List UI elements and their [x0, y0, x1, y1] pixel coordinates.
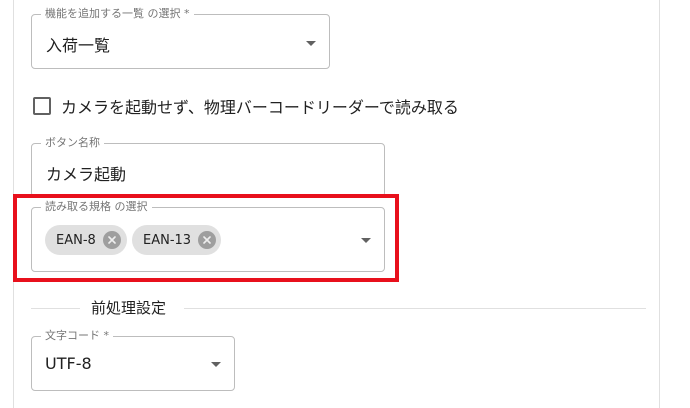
- button-name-field[interactable]: ボタン名称 カメラ起動: [31, 136, 385, 197]
- highlight-box: [13, 194, 399, 282]
- section-title: 前処理設定: [91, 299, 167, 317]
- feature-list-select-label: 機能を追加する一覧 の選択 *: [41, 7, 194, 21]
- charset-select-label: 文字コード *: [41, 329, 113, 343]
- feature-list-select[interactable]: 機能を追加する一覧 の選択 * 入荷一覧: [31, 7, 330, 69]
- chevron-down-icon[interactable]: [211, 362, 221, 367]
- camera-checkbox-label[interactable]: カメラを起動せず、物理バーコードリーダーで読み取る: [61, 94, 459, 118]
- button-name-field-label: ボタン名称: [41, 136, 104, 150]
- divider-left: [31, 308, 80, 309]
- charset-select-value: UTF-8: [45, 354, 92, 373]
- charset-select[interactable]: 文字コード * UTF-8: [31, 329, 235, 391]
- divider-right: [184, 308, 646, 309]
- button-name-field-value: カメラ起動: [46, 165, 127, 184]
- camera-checkbox[interactable]: [33, 97, 51, 115]
- chevron-down-icon[interactable]: [306, 41, 316, 46]
- feature-list-select-value: 入荷一覧: [46, 36, 111, 55]
